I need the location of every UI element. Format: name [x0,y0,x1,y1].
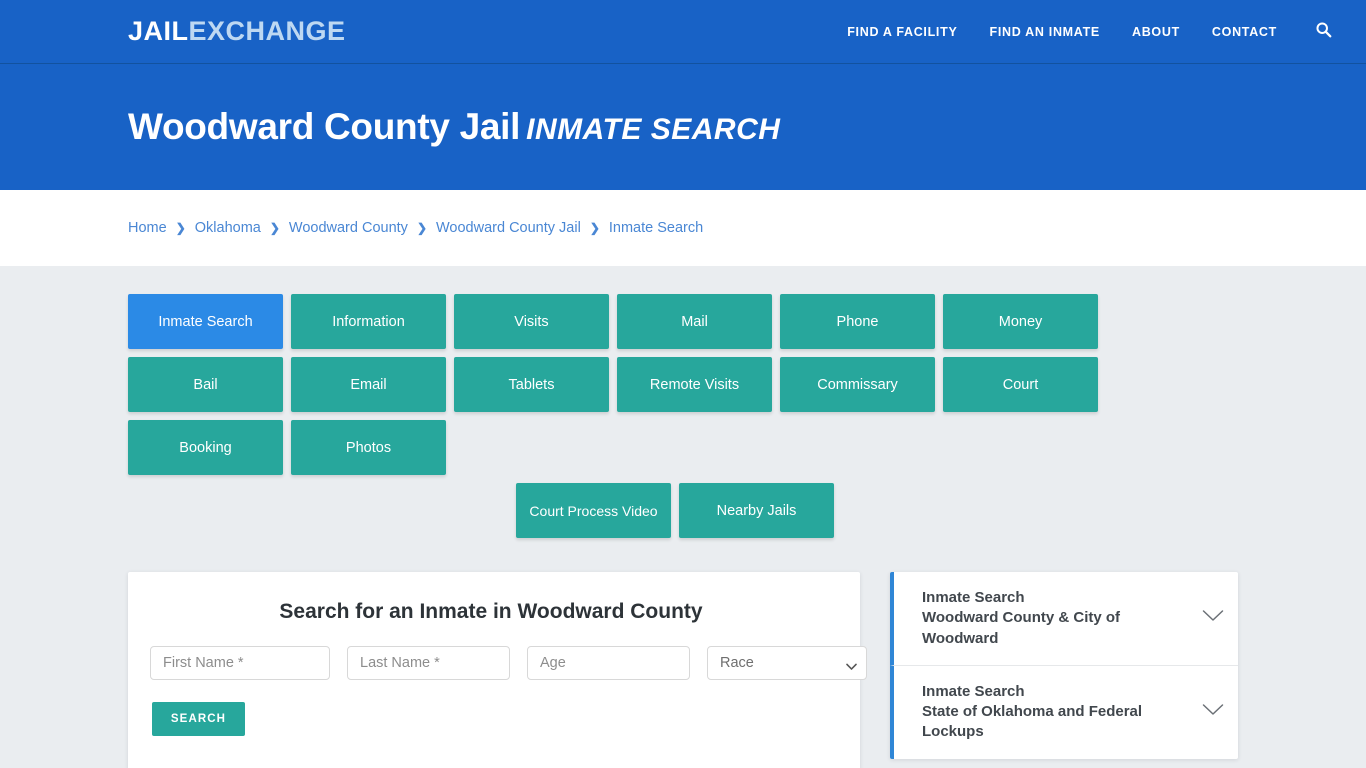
tab-remote-visits[interactable]: Remote Visits [617,357,772,412]
tab-information[interactable]: Information [291,294,446,349]
search-submit-button[interactable]: SEARCH [152,702,245,736]
tab-tablets[interactable]: Tablets [454,357,609,412]
facility-tab-grid-row-3: Court Process Video Nearby Jails [128,483,1222,538]
last-name-input[interactable] [347,646,510,680]
tab-mail[interactable]: Mail [617,294,772,349]
page-title-sub: INMATE SEARCH [526,113,781,146]
breadcrumb-item-woodward-county-jail[interactable]: Woodward County Jail [436,220,581,236]
accordion-item-subtitle: State of Oklahoma and Federal Lockups [922,703,1143,741]
search-icon [1315,21,1332,43]
inmate-search-card: Search for an Inmate in Woodward County … [128,572,867,768]
accordion-item-subtitle: Woodward County & City of Woodward [922,609,1121,647]
race-select-wrapper: Race [707,646,867,680]
page-body: Inmate Search Information Visits Mail Ph… [0,266,1366,768]
page-title: Woodward County Jail INMATE SEARCH [128,106,780,148]
accordion-item-state-federal-search[interactable]: Inmate Search State of Oklahoma and Fede… [890,665,1238,759]
tab-email[interactable]: Email [291,357,446,412]
search-card-heading: Search for an Inmate in Woodward County [279,600,703,623]
tab-inmate-search[interactable]: Inmate Search [128,294,283,349]
main-navigation: FIND A FACILITY FIND AN INMATE ABOUT CON… [831,21,1344,43]
tab-court-process-video[interactable]: Court Process Video [516,483,671,538]
page-title-main: Woodward County Jail [128,106,521,147]
tab-visits[interactable]: Visits [454,294,609,349]
search-form-row: Race [150,646,867,680]
site-header: JAILEXCHANGE FIND A FACILITY FIND AN INM… [0,0,1366,64]
tab-court[interactable]: Court [943,357,1098,412]
breadcrumb-item-woodward-county[interactable]: Woodward County [289,220,408,236]
breadcrumb-item-oklahoma[interactable]: Oklahoma [195,220,261,236]
accordion-item-text: Inmate Search Woodward County & City of … [922,588,1196,649]
tab-photos[interactable]: Photos [291,420,446,475]
accordion-item-county-search[interactable]: Inmate Search Woodward County & City of … [890,572,1238,666]
tab-bail[interactable]: Bail [128,357,283,412]
nav-item-find-a-facility[interactable]: FIND A FACILITY [831,25,973,39]
page-hero: Woodward County Jail INMATE SEARCH [0,64,1366,190]
tab-phone[interactable]: Phone [780,294,935,349]
site-logo[interactable]: JAILEXCHANGE [128,16,346,47]
content-columns: Search for an Inmate in Woodward County … [128,572,1238,768]
tab-money[interactable]: Money [943,294,1098,349]
first-name-input[interactable] [150,646,330,680]
accordion-item-title: Inmate Search [922,682,1025,700]
tab-nearby-jails[interactable]: Nearby Jails [679,483,834,538]
accordion-item-title: Inmate Search [922,589,1025,606]
breadcrumb-item-inmate-search: Inmate Search [608,220,704,236]
nav-item-find-an-inmate[interactable]: FIND AN INMATE [973,25,1115,39]
breadcrumb-item-home[interactable]: Home [128,220,167,236]
tab-booking[interactable]: Booking [128,420,283,475]
nav-item-about[interactable]: ABOUT [1116,25,1196,39]
breadcrumb-band: Home ❯ Oklahoma ❯ Woodward County ❯ Wood… [0,190,1366,266]
chevron-down-icon [1202,609,1224,628]
sidebar-column: Inmate Search Woodward County & City of … [890,572,1238,759]
logo-text-secondary: EXCHANGE [188,16,346,46]
main-column: Search for an Inmate in Woodward County … [128,572,867,768]
tab-commissary[interactable]: Commissary [780,357,935,412]
breadcrumb: Home ❯ Oklahoma ❯ Woodward County ❯ Wood… [128,220,703,236]
logo-text-primary: JAIL [128,16,189,46]
inmate-search-accordion: Inmate Search Woodward County & City of … [890,572,1238,759]
race-select[interactable]: Race [707,646,867,680]
nav-item-contact[interactable]: CONTACT [1196,25,1293,39]
accordion-item-text: Inmate Search State of Oklahoma and Fede… [922,682,1196,743]
chevron-down-icon [1202,703,1224,722]
chevron-right-icon: ❯ [175,221,186,235]
chevron-right-icon: ❯ [416,221,427,235]
age-input[interactable] [527,646,690,680]
search-toggle-button[interactable] [1293,21,1344,43]
facility-tab-grid: Inmate Search Information Visits Mail Ph… [128,294,1222,475]
chevron-right-icon: ❯ [589,221,600,235]
chevron-right-icon: ❯ [269,221,280,235]
